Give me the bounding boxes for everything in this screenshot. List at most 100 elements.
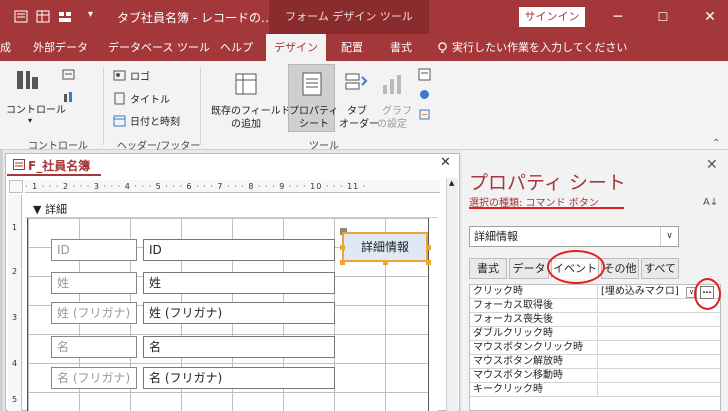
- property-row[interactable]: ダブルクリック時: [470, 328, 720, 341]
- add-existing-fields-label-1[interactable]: 既存のフィールド: [211, 105, 291, 118]
- firstname-kana-textbox[interactable]: 名 (フリガナ): [143, 367, 335, 389]
- divider: [103, 67, 104, 145]
- add-existing-fields-icon: [235, 73, 257, 95]
- logo-button[interactable]: ロゴ: [130, 68, 150, 83]
- tab-order-label-2[interactable]: オーダー: [339, 118, 379, 131]
- lastname-kana-textbox[interactable]: 姓 (フリガナ): [143, 302, 335, 324]
- tab-database-tools[interactable]: データベース ツール: [108, 34, 210, 61]
- chevron-down-icon[interactable]: ∨: [660, 227, 678, 246]
- form-icon[interactable]: [14, 10, 28, 23]
- tab-external-data[interactable]: 外部データ: [33, 34, 88, 61]
- lightbulb-icon: [438, 42, 447, 53]
- ribbon: コントロール ▾ コントロール ロゴ タイトル 日付と時刻 ヘッダー/フッター …: [0, 61, 728, 152]
- ruler-mark: 2: [12, 267, 18, 276]
- layout-icon[interactable]: [58, 10, 72, 23]
- date-time-button[interactable]: 日付と時刻: [130, 113, 180, 128]
- lastname-textbox[interactable]: 姓: [143, 272, 335, 294]
- signin-button[interactable]: サインイン: [519, 7, 585, 27]
- title-bar: ▾ タブ社員名簿 - レコードの… フォーム デザイン ツール サインイン ─ …: [0, 0, 728, 34]
- logo-icon: [113, 70, 126, 81]
- resize-handle[interactable]: [426, 260, 431, 265]
- insert-control-icon[interactable]: [62, 68, 75, 81]
- tab-data[interactable]: データ: [509, 258, 549, 279]
- property-row[interactable]: マウスボタン解放時: [470, 356, 720, 369]
- property-row[interactable]: クリック時 [埋め込みマクロ]: [470, 286, 720, 299]
- controls-dropdown-icon[interactable]: ▾: [28, 116, 32, 125]
- resize-handle[interactable]: [426, 245, 431, 250]
- macro-icon[interactable]: [418, 88, 431, 101]
- lastname-kana-label[interactable]: 姓 (フリガナ): [51, 302, 137, 324]
- scroll-up-icon[interactable]: ▲: [449, 179, 454, 187]
- close-button[interactable]: ✕: [698, 5, 722, 29]
- property-name: マウスボタン移動時: [473, 370, 563, 381]
- property-row[interactable]: キークリック時: [470, 384, 720, 397]
- detail-section-header[interactable]: ▼ 詳細: [25, 201, 438, 218]
- resize-handle[interactable]: [340, 260, 345, 265]
- id-label[interactable]: ID: [51, 239, 137, 261]
- tab-design[interactable]: デザイン: [266, 34, 326, 61]
- object-selector[interactable]: 詳細情報: [469, 226, 679, 247]
- tab-all[interactable]: すべて: [641, 258, 679, 279]
- form-tab-label: F_社員名簿: [28, 159, 91, 173]
- title-icon: [114, 92, 125, 105]
- property-name: キークリック時: [473, 384, 543, 395]
- property-sheet-icon: [302, 72, 322, 96]
- column-divider: [597, 384, 598, 397]
- close-form-icon[interactable]: ✕: [440, 155, 451, 170]
- ruler-mark: 4: [12, 359, 18, 368]
- firstname-textbox[interactable]: 名: [143, 336, 335, 358]
- property-row[interactable]: マウスボタン移動時: [470, 370, 720, 383]
- tab-order-label-1[interactable]: タブ: [347, 105, 367, 118]
- annotation-circle: [694, 278, 721, 310]
- form-selector[interactable]: [9, 180, 23, 193]
- tab-arrange[interactable]: 配置: [341, 34, 363, 61]
- divider: [200, 67, 201, 145]
- tab-format[interactable]: 書式: [469, 258, 507, 279]
- vertical-scrollbar[interactable]: ▲: [446, 178, 458, 411]
- resize-handle[interactable]: [383, 260, 388, 265]
- column-divider: [597, 300, 598, 313]
- collapse-ribbon-icon[interactable]: ⌃: [712, 138, 720, 149]
- property-row[interactable]: マウスボタンクリック時: [470, 342, 720, 355]
- tab-format[interactable]: 書式: [390, 34, 412, 61]
- tell-me-search[interactable]: 実行したい作業を入力してください: [452, 34, 627, 61]
- tab-help[interactable]: ヘルプ: [220, 34, 253, 61]
- ruler-mark: 5: [12, 395, 18, 404]
- chart-settings-label-2: の設定: [377, 119, 407, 130]
- code-view-icon[interactable]: [418, 68, 431, 81]
- navigation-pane-collapsed[interactable]: [0, 150, 3, 411]
- datasheet-icon[interactable]: [36, 10, 50, 23]
- column-divider: [597, 286, 598, 299]
- sort-icon[interactable]: A↓: [703, 197, 718, 208]
- firstname-label[interactable]: 名: [51, 336, 137, 358]
- form-design-tools-tab: フォーム デザイン ツール: [269, 0, 429, 34]
- firstname-kana-label[interactable]: 名 (フリガナ): [51, 367, 137, 389]
- column-divider: [597, 314, 598, 327]
- title-button[interactable]: タイトル: [130, 91, 170, 106]
- form-object-icon: [13, 159, 25, 170]
- minimize-button[interactable]: ─: [606, 5, 630, 29]
- property-row[interactable]: フォーカス取得後: [470, 300, 720, 313]
- property-name: フォーカス喪失後: [473, 314, 553, 325]
- section-label: 詳細: [44, 203, 67, 216]
- property-row[interactable]: フォーカス喪失後: [470, 314, 720, 327]
- property-value[interactable]: [埋め込みマクロ]: [601, 286, 679, 298]
- convert-macro-icon[interactable]: [418, 108, 431, 121]
- property-name: マウスボタンクリック時: [473, 342, 583, 353]
- ruler-mark: 1: [12, 223, 18, 232]
- tab-other[interactable]: その他: [601, 258, 639, 279]
- tab-create[interactable]: 成: [0, 34, 11, 61]
- restore-button[interactable]: ☐: [651, 5, 675, 29]
- customize-dropdown-icon[interactable]: ▾: [88, 9, 93, 20]
- annotation-underline: [469, 207, 624, 209]
- document-title: タブ社員名簿 - レコードの…: [117, 11, 273, 25]
- resize-handle[interactable]: [340, 245, 345, 250]
- activex-icon[interactable]: [62, 90, 75, 103]
- controls-button-label[interactable]: コントロール: [6, 104, 66, 117]
- id-textbox[interactable]: ID: [143, 239, 335, 261]
- detail-info-command-button[interactable]: 詳細情報: [342, 232, 428, 262]
- section-marker-icon: ▼: [33, 203, 42, 216]
- lastname-label[interactable]: 姓: [51, 272, 137, 294]
- close-property-sheet-icon[interactable]: ✕: [706, 157, 718, 173]
- add-existing-fields-label-2[interactable]: の追加: [231, 118, 261, 131]
